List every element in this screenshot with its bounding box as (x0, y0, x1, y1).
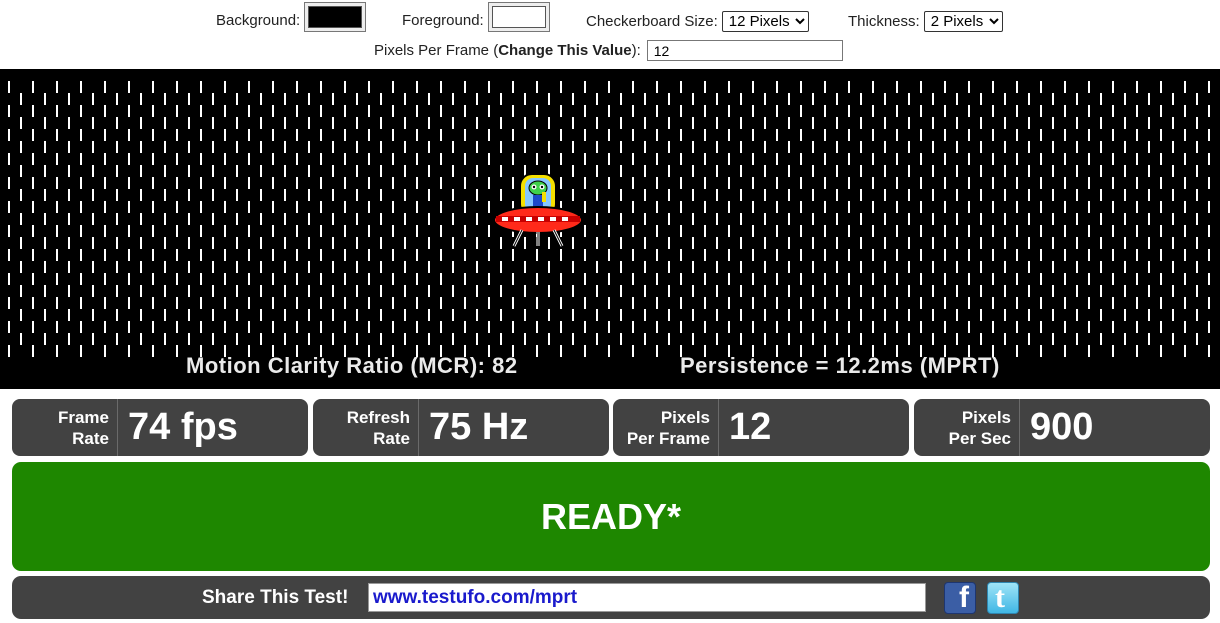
thickness-control: Thickness: 2 Pixels (848, 11, 1003, 32)
pixels-per-sec-label-2: Per Sec (948, 429, 1011, 448)
background-control: Background: (216, 2, 367, 32)
frame-rate-value: 74 fps (128, 406, 238, 448)
pixels-per-sec-label-1: Pixels (961, 408, 1011, 427)
background-color-swatch (308, 6, 363, 28)
refresh-rate-label-2: Rate (373, 429, 410, 448)
background-label: Background: (216, 11, 301, 29)
refresh-rate-value: 75 Hz (429, 406, 529, 448)
ppf-label-post: ): (631, 42, 641, 59)
facebook-icon[interactable]: f (944, 581, 976, 614)
motion-test-area: Motion Clarity Ratio (MCR): 82 Persisten… (0, 69, 1220, 389)
settings-bar: Background: Foreground: Checkerboard Siz… (0, 0, 1220, 68)
frame-rate-panel: Frame Rate 74 fps (12, 399, 308, 456)
thickness-label: Thickness: (848, 13, 920, 30)
status-ready-banner: READY* (12, 462, 1210, 571)
ppf-label: Pixels Per Frame (Change This Value): (374, 42, 641, 59)
pixels-per-frame-panel: Pixels Per Frame 12 (613, 399, 909, 456)
ufo-alien-icon (493, 173, 583, 247)
refresh-rate-label: Refresh Rate (313, 399, 419, 456)
twitter-icon[interactable]: t (987, 581, 1019, 614)
frame-rate-label-2: Rate (72, 429, 109, 448)
checkerboard-control: Checkerboard Size: 12 Pixels (586, 11, 809, 32)
pixels-per-frame-label: Pixels Per Frame (613, 399, 719, 456)
foreground-label: Foreground: (402, 11, 484, 29)
ppf-label-bold: Change This Value (498, 42, 632, 59)
checkerboard-label: Checkerboard Size: (586, 13, 718, 30)
pixels-per-sec-label: Pixels Per Sec (914, 399, 1020, 456)
pixels-per-frame-control: Pixels Per Frame (Change This Value): (374, 40, 843, 61)
ppf-label-pre: Pixels Per Frame ( (374, 42, 499, 59)
checkerboard-pattern (8, 81, 1210, 357)
share-url-field[interactable]: www.testufo.com/mprt (368, 583, 926, 612)
foreground-control: Foreground: (402, 2, 550, 32)
pixels-per-frame-input[interactable] (646, 40, 843, 61)
pixels-per-frame-value: 12 (729, 406, 772, 448)
thickness-select[interactable]: 2 Pixels (923, 11, 1003, 32)
motion-clarity-ratio: Motion Clarity Ratio (MCR): 82 (186, 353, 518, 378)
persistence-readout: Persistence = 12.2ms (MPRT) (680, 353, 1000, 378)
foreground-color-swatch (491, 6, 546, 28)
refresh-rate-panel: Refresh Rate 75 Hz (313, 399, 609, 456)
pixels-per-frame-label-1: Pixels (660, 408, 710, 427)
pixels-per-sec-panel: Pixels Per Sec 900 (914, 399, 1210, 456)
pixels-per-sec-value: 900 (1030, 406, 1094, 448)
share-label: Share This Test! (202, 587, 349, 608)
pixels-per-frame-label-2: Per Frame (626, 429, 710, 448)
frame-rate-label: Frame Rate (12, 399, 118, 456)
refresh-rate-label-1: Refresh (346, 408, 410, 427)
background-color-picker[interactable] (304, 2, 367, 32)
foreground-color-picker[interactable] (487, 2, 550, 32)
checkerboard-size-select[interactable]: 12 Pixels (721, 11, 809, 32)
share-bar: Share This Test! www.testufo.com/mprt f … (12, 576, 1210, 619)
frame-rate-label-1: Frame (57, 408, 109, 427)
